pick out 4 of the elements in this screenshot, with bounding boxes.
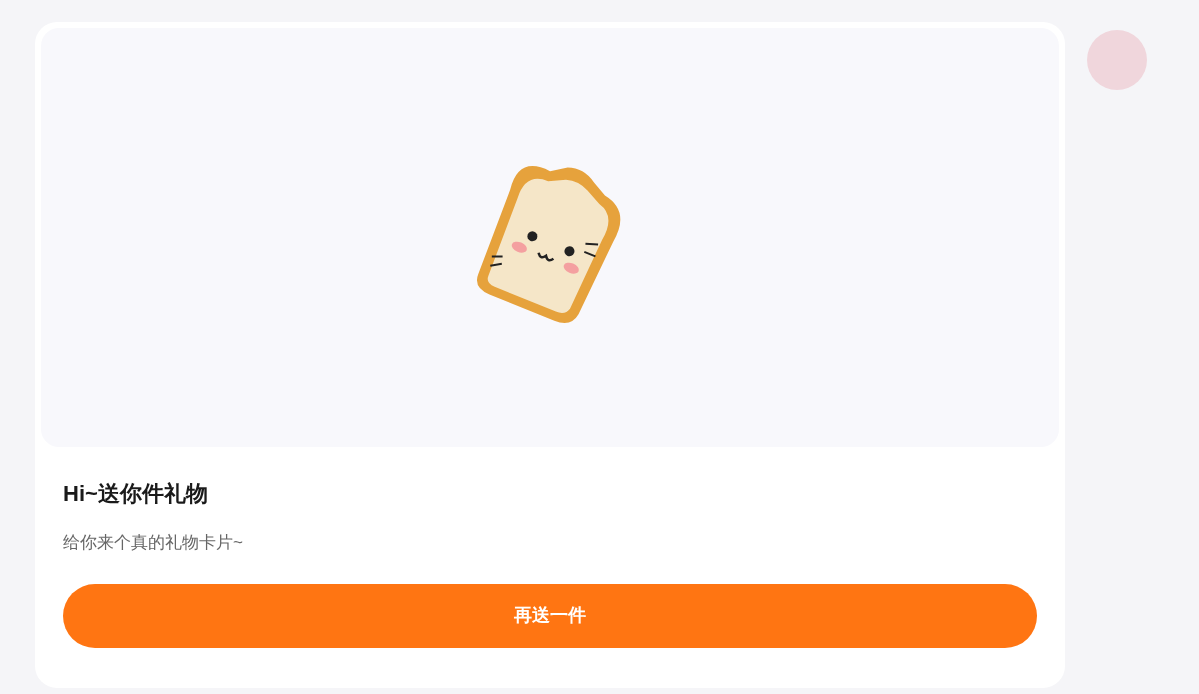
card-title: Hi~送你件礼物 xyxy=(63,480,209,508)
avatar xyxy=(1087,30,1147,90)
send-again-button[interactable]: 再送一件 xyxy=(63,583,1037,648)
card-description: 给你来个真的礼物卡片~ xyxy=(63,532,244,554)
